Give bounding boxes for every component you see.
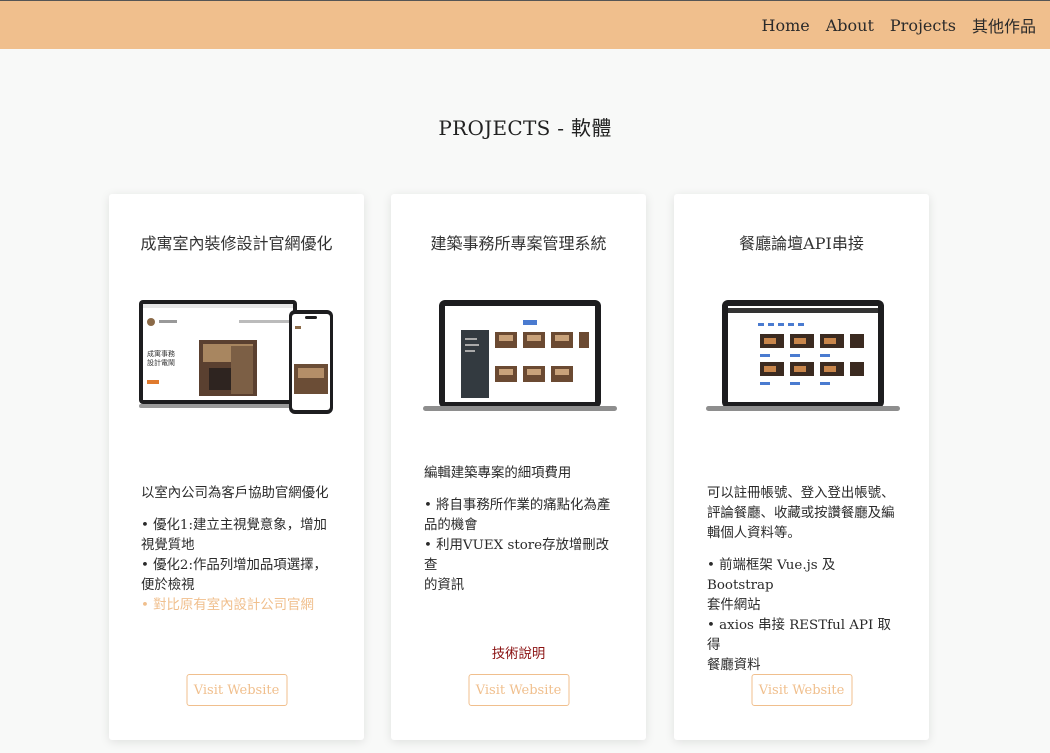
bullet-item: • axios 串接 RESTful API 取得 xyxy=(707,618,891,653)
nav-about-link[interactable]: About xyxy=(826,16,874,35)
laptop-mockup-image xyxy=(423,300,617,411)
visit-website-button[interactable]: Visit Website xyxy=(468,674,569,706)
bullet-item: • 優化2:作品列增加品項選擇， xyxy=(141,558,327,573)
laptop-mockup-image xyxy=(706,300,900,411)
bullet-item: 的資訊 xyxy=(424,578,465,593)
bullet-item: • 優化1:建立主視覺意象，增加 xyxy=(141,518,327,533)
description-line: 可以註冊帳號、登入登出帳號、 xyxy=(707,486,895,501)
bullet-item: • 將自事務所作業的痛點化為產 xyxy=(424,498,611,513)
nav-other-works-link[interactable]: 其他作品 xyxy=(972,13,1036,37)
card-body: 以室內公司為客戶協助官網優化 • 優化1:建立主視覺意象，增加 視覺質地 • 優… xyxy=(141,484,338,616)
card-body: 可以註冊帳號、登入登出帳號、 評論餐廳、收藏或按讚餐廳及編 輯個人資料等。 • … xyxy=(707,484,903,676)
card-description: 以室內公司為客戶協助官網優化 xyxy=(141,486,329,501)
mockup-headline-text: 成寓事務設計電鬧 xyxy=(147,350,175,367)
card-description: 可以註冊帳號、登入登出帳號、 評論餐廳、收藏或按讚餐廳及編 輯個人資料等。 xyxy=(707,484,903,544)
page-title: PROJECTS - 軟體 xyxy=(438,116,612,140)
bullet-item: 視覺質地 xyxy=(141,538,195,553)
description-line: 輯個人資料等。 xyxy=(707,526,801,541)
bullet-item: 品的機會 xyxy=(424,518,478,533)
card-title: 建築事務所專案管理系統 xyxy=(430,234,607,253)
bullet-item: • 利用VUEX store存放增刪改查 xyxy=(424,538,610,573)
card-description: 編輯建築專案的細項費用 xyxy=(424,466,572,481)
card-title: 餐廳論壇API串接 xyxy=(739,234,864,253)
project-card-restaurant-forum: 餐廳論壇API串接 可以註冊帳號、登入登出帳號、 評論餐廳、收藏或按讚餐廳及編 … xyxy=(674,194,929,740)
project-card-architecture-pm: 建築事務所專案管理系統 編輯建築專案的細項費用 • 將自事務所作業的痛點化為產 … xyxy=(391,194,646,740)
bullet-item: 套件網站 xyxy=(707,598,761,613)
project-card-interior-design: 成寓室內裝修設計官網優化 成寓事務設計電鬧 以室內公司為客戶協助官網優化 • 優… xyxy=(109,194,364,740)
visit-website-button[interactable]: Visit Website xyxy=(186,674,287,706)
card-title: 成寓室內裝修設計官網優化 xyxy=(140,234,333,253)
bullet-item: 餐廳資料 xyxy=(707,658,761,673)
visit-website-button[interactable]: Visit Website xyxy=(751,674,852,706)
bullet-item: • 前端框架 Vue.js 及 Bootstrap xyxy=(707,558,836,593)
top-navbar: Home About Projects 其他作品 xyxy=(0,0,1050,49)
nav-projects-link[interactable]: Projects xyxy=(890,16,956,35)
compare-original-site-link[interactable]: • 對比原有室內設計公司官網 xyxy=(141,596,338,616)
tech-explanation-link[interactable]: 技術說明 xyxy=(391,642,646,662)
description-line: 評論餐廳、收藏或按讚餐廳及編 xyxy=(707,506,895,521)
nav-home-link[interactable]: Home xyxy=(762,16,810,35)
card-body: 編輯建築專案的細項費用 • 將自事務所作業的痛點化為產 品的機會 • 利用VUE… xyxy=(424,464,620,596)
bullet-item: 便於檢視 xyxy=(141,578,195,593)
